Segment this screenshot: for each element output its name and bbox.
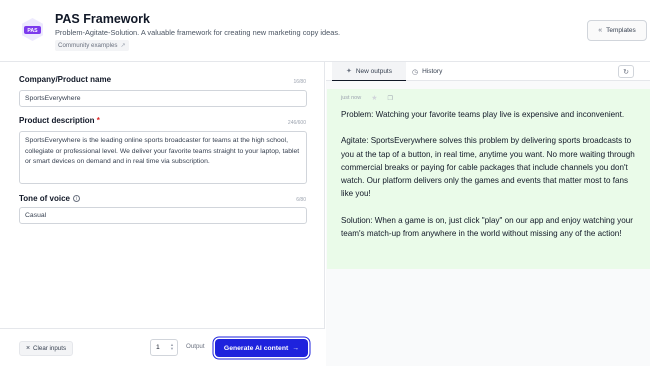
output-meta: just now ★ ❐ <box>341 94 393 102</box>
star-icon[interactable]: ★ <box>371 94 377 102</box>
action-bar: × Clear inputs 1 ▲ ▼ Output Generate AI c… <box>0 328 325 366</box>
output-panel: ✦ New outputs ◷ History ↻ just now ★ ❐ P… <box>326 62 650 366</box>
input-panel: Company/Product name 16/80 SportsEverywh… <box>0 62 325 366</box>
clear-inputs-button[interactable]: × Clear inputs <box>19 341 73 356</box>
arrow-right-icon: → <box>292 344 300 352</box>
description-counter: 246/600 <box>287 120 306 126</box>
description-label-row: Product description * <box>19 116 100 125</box>
community-examples-link[interactable]: Community examples ↗ <box>55 40 129 51</box>
pas-logo: PAS <box>22 18 43 41</box>
tone-counter: 6/80 <box>296 197 306 203</box>
company-label: Company/Product name <box>19 75 112 84</box>
refresh-icon: ↻ <box>623 68 629 76</box>
copy-icon[interactable]: ❐ <box>387 95 392 102</box>
tab-new-outputs-label: New outputs <box>355 67 392 75</box>
output-count-label: Output <box>186 343 205 350</box>
refresh-button[interactable]: ↻ <box>618 65 634 78</box>
clock-icon: ◷ <box>412 68 419 76</box>
output-problem: Problem: Watching your favorite teams pl… <box>341 110 625 119</box>
external-link-icon: ↗ <box>120 43 126 49</box>
chevrons-left-icon: « <box>598 27 603 34</box>
page-subtitle: Problem-Agitate-Solution. A valuable fra… <box>55 28 341 37</box>
company-input[interactable]: SportsEverywhere <box>19 90 307 107</box>
output-count-value: 1 <box>156 344 160 351</box>
output-text: Problem: Watching your favorite teams pl… <box>341 108 641 253</box>
company-counter: 16/80 <box>293 79 306 85</box>
info-icon[interactable]: i <box>72 195 80 202</box>
output-agitate: Agitate: SportsEverywhere solves this pr… <box>341 136 635 199</box>
tone-label-row: Tone of voice i <box>19 194 80 203</box>
required-mark: * <box>96 116 100 125</box>
output-solution: Solution: When a game is on, just click … <box>341 215 633 239</box>
logo-text: PAS <box>27 28 38 34</box>
output-timestamp: just now <box>341 95 362 101</box>
templates-button[interactable]: « Templates <box>587 20 647 41</box>
description-label: Product description <box>19 116 95 125</box>
tab-new-outputs[interactable]: ✦ New outputs <box>332 62 406 81</box>
tab-history[interactable]: ◷ History <box>412 62 452 81</box>
generate-label: Generate AI content <box>223 344 289 352</box>
generate-button[interactable]: Generate AI content → <box>215 339 308 357</box>
tone-label: Tone of voice <box>19 194 70 203</box>
tone-input[interactable]: Casual <box>19 207 307 224</box>
stepper-arrows-icon[interactable]: ▲ ▼ <box>170 343 174 351</box>
description-textarea[interactable]: SportsEverywhere is the leading online s… <box>19 131 307 184</box>
sparkle-icon: ✦ <box>345 68 352 75</box>
close-icon: × <box>25 345 31 352</box>
page-header: PAS PAS Framework Problem-Agitate-Soluti… <box>0 0 650 62</box>
output-card: just now ★ ❐ Problem: Watching your favo… <box>327 89 650 269</box>
clear-inputs-label: Clear inputs <box>33 345 67 352</box>
output-count-stepper[interactable]: 1 ▲ ▼ <box>150 339 178 356</box>
page-title: PAS Framework <box>55 12 150 26</box>
community-examples-label: Community examples <box>58 42 118 49</box>
output-tabs: ✦ New outputs ◷ History ↻ <box>326 62 650 81</box>
templates-label: Templates <box>606 27 636 34</box>
tab-history-label: History <box>422 68 443 75</box>
